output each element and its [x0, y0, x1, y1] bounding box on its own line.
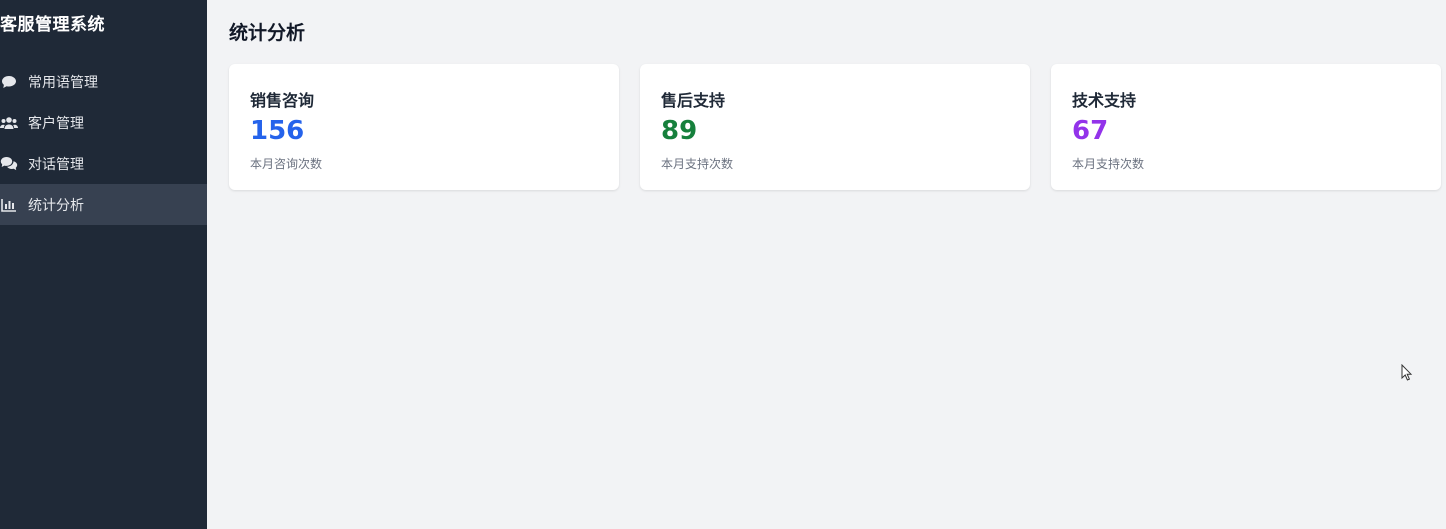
sidebar-item-conversations[interactable]: 对话管理	[0, 143, 207, 184]
comments-icon	[0, 156, 18, 172]
sidebar-item-label: 客户管理	[28, 115, 84, 132]
sidebar: 客服管理系统 常用语管理 客户管理 对话管理 统计分析	[0, 0, 207, 529]
card-value: 89	[661, 116, 698, 146]
sidebar-item-phrases[interactable]: 常用语管理	[0, 61, 207, 102]
card-title: 售后支持	[661, 91, 726, 110]
bar-chart-icon	[0, 197, 18, 213]
card-value: 67	[1072, 116, 1109, 146]
stat-card-sales: 销售咨询 156 本月咨询次数	[229, 64, 619, 190]
card-description: 本月支持次数	[661, 157, 734, 171]
card-value: 156	[250, 116, 305, 146]
sidebar-nav: 常用语管理 客户管理 对话管理 统计分析	[0, 61, 207, 225]
card-title: 销售咨询	[250, 91, 315, 110]
stats-cards: 销售咨询 156 本月咨询次数 售后支持 89 本月支持次数 技术支持 67 本…	[229, 64, 1441, 190]
sidebar-item-label: 统计分析	[28, 197, 84, 214]
page-title: 统计分析	[229, 22, 306, 44]
comment-icon	[0, 74, 18, 90]
app-title: 客服管理系统	[0, 15, 105, 35]
card-description: 本月支持次数	[1072, 157, 1145, 171]
main-content: 统计分析 销售咨询 156 本月咨询次数 售后支持 89 本月支持次数 技术支持…	[207, 0, 1446, 529]
card-title: 技术支持	[1072, 91, 1137, 110]
users-icon	[0, 115, 18, 131]
sidebar-item-customers[interactable]: 客户管理	[0, 102, 207, 143]
sidebar-item-label: 常用语管理	[28, 74, 98, 91]
stat-card-after-sales: 售后支持 89 本月支持次数	[640, 64, 1030, 190]
mouse-cursor-icon	[1401, 363, 1413, 385]
card-description: 本月咨询次数	[250, 157, 323, 171]
stat-card-tech-support: 技术支持 67 本月支持次数	[1051, 64, 1441, 190]
sidebar-item-label: 对话管理	[28, 156, 84, 173]
app: 客服管理系统 常用语管理 客户管理 对话管理 统计分析 统计分析 销售咨询 15…	[0, 0, 1446, 529]
sidebar-item-statistics[interactable]: 统计分析	[0, 184, 207, 225]
